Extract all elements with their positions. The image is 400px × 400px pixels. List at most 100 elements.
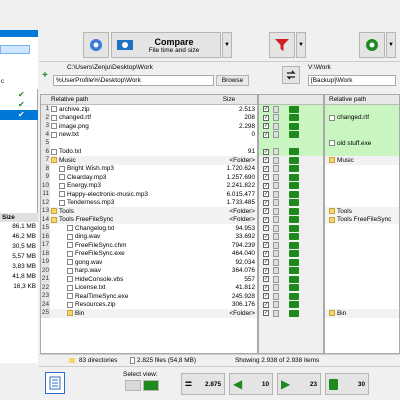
col-size[interactable]: Size [201, 96, 257, 103]
right-path-input[interactable]: [Backup]\Work [308, 75, 396, 86]
filter-right-button[interactable]: ▶ 23 [277, 373, 321, 395]
sync-direction-icon[interactable] [289, 275, 299, 283]
table-row[interactable] [325, 122, 399, 131]
sync-direction-icon[interactable] [289, 199, 299, 207]
include-checkbox[interactable]: ✓ [263, 250, 269, 257]
table-row[interactable]: Tools FreeFileSync [325, 215, 399, 224]
settings-right-button[interactable] [359, 32, 385, 58]
include-checkbox[interactable]: ✓ [263, 106, 269, 113]
table-row[interactable]: 2 changed.rtf 208 [41, 113, 257, 122]
table-row[interactable] [325, 292, 399, 301]
include-checkbox[interactable]: ✓ [263, 293, 269, 300]
table-row[interactable]: 15 Changelog.txt 94.953 [41, 224, 257, 233]
table-row[interactable]: old stuff.exe [325, 139, 399, 148]
sync-direction-icon[interactable] [289, 122, 299, 130]
check-icon[interactable]: ✔ [0, 110, 38, 120]
table-row[interactable] [325, 267, 399, 276]
include-checkbox[interactable]: ✓ [263, 259, 269, 266]
table-row[interactable]: 20 harp.wav 364.076 [41, 266, 257, 275]
include-checkbox[interactable]: ✓ [263, 199, 269, 206]
include-checkbox[interactable]: ✓ [263, 131, 269, 138]
include-checkbox[interactable]: ✓ [263, 276, 269, 283]
include-checkbox[interactable]: ✓ [263, 174, 269, 181]
table-row[interactable] [325, 190, 399, 199]
table-row[interactable]: Music [325, 156, 399, 165]
table-row[interactable] [325, 284, 399, 293]
table-row[interactable] [325, 275, 399, 284]
sync-direction-icon[interactable] [289, 292, 299, 300]
table-row[interactable] [325, 182, 399, 191]
table-row[interactable] [325, 224, 399, 233]
sync-direction-icon[interactable] [289, 267, 299, 275]
sync-direction-icon[interactable] [289, 190, 299, 198]
view-toggle-equal-icon[interactable] [125, 380, 141, 391]
sync-direction-icon[interactable] [289, 182, 299, 190]
sync-direction-icon[interactable] [289, 114, 299, 122]
sidebar-item-selected[interactable] [0, 45, 30, 54]
sync-direction-icon[interactable] [289, 233, 299, 241]
table-row[interactable]: 12 Tenderness.mp3 1.733.485 [41, 198, 257, 207]
include-checkbox[interactable]: ✓ [263, 191, 269, 198]
table-row[interactable]: 13 Tools <Folder> [41, 207, 257, 216]
include-checkbox[interactable]: ✓ [263, 165, 269, 172]
sync-direction-icon[interactable] [289, 250, 299, 258]
table-row[interactable]: 18 FreeFileSync.exe 464.040 [41, 249, 257, 258]
sync-direction-icon[interactable] [289, 284, 299, 292]
table-row[interactable] [325, 147, 399, 156]
compare-options-dropdown[interactable]: ▼ [222, 32, 232, 58]
settings-left-button[interactable] [83, 32, 109, 58]
sync-direction-icon[interactable] [289, 241, 299, 249]
table-row[interactable]: 16 ding.wav 33.692 [41, 232, 257, 241]
table-row[interactable]: Tools [325, 207, 399, 216]
include-checkbox[interactable]: ✓ [263, 216, 269, 223]
sync-direction-icon[interactable] [289, 148, 299, 156]
table-row[interactable] [325, 301, 399, 310]
sync-direction-icon[interactable] [289, 105, 299, 113]
add-folder-pair-icon[interactable]: + [42, 71, 52, 81]
sync-direction-icon[interactable] [289, 207, 299, 215]
sync-direction-icon[interactable] [289, 156, 299, 164]
table-row[interactable] [325, 173, 399, 182]
table-row[interactable]: 21 HideConsole.vbs 557 [41, 275, 257, 284]
filter-equal-button[interactable]: = 2.875 [181, 373, 225, 395]
browse-button[interactable]: Browse [216, 75, 249, 86]
sync-direction-icon[interactable] [289, 131, 299, 139]
include-checkbox[interactable]: ✓ [263, 225, 269, 232]
sync-direction-icon[interactable] [289, 258, 299, 266]
include-checkbox[interactable]: ✓ [263, 148, 269, 155]
table-row[interactable]: 19 gong.wav 92.034 [41, 258, 257, 267]
table-row[interactable]: 17 FreeFileSync.chm 794.239 [41, 241, 257, 250]
col-relative-path-right[interactable]: Relative path [329, 96, 399, 103]
sync-direction-icon[interactable] [289, 301, 299, 309]
table-row[interactable]: 11 Happy-electronic-music.mp3 6.015.477 [41, 190, 257, 199]
include-checkbox[interactable]: ✓ [263, 123, 269, 130]
table-row[interactable]: 1 archive.zip 2.513 [41, 105, 257, 114]
table-row[interactable]: 8 Bright Wish.mp3 1.720.624 [41, 164, 257, 173]
include-checkbox[interactable]: ✓ [263, 114, 269, 121]
sync-direction-icon[interactable] [289, 309, 299, 317]
table-row[interactable] [325, 130, 399, 139]
include-checkbox[interactable]: ✓ [263, 242, 269, 249]
table-row[interactable] [325, 199, 399, 208]
table-row[interactable] [325, 105, 399, 114]
left-path-input[interactable]: %UserProfile%\Desktop\Work [53, 75, 214, 86]
include-checkbox[interactable]: ✓ [263, 182, 269, 189]
col-relative-path[interactable]: Relative path [51, 96, 201, 103]
include-checkbox[interactable]: ✓ [263, 310, 269, 317]
table-row[interactable]: 22 License.txt 41.812 [41, 283, 257, 292]
compare-button[interactable]: Compare File time and size [111, 32, 221, 58]
view-toggle-sync-icon[interactable] [143, 380, 159, 391]
filter-delete-button[interactable]: 30 [325, 373, 369, 395]
table-row[interactable] [325, 241, 399, 250]
sync-direction-icon[interactable] [289, 165, 299, 173]
table-row[interactable]: 25 Bin <Folder> [41, 309, 257, 318]
table-row[interactable]: 4 new.txt 0 [41, 130, 257, 139]
include-checkbox[interactable]: ✓ [263, 301, 269, 308]
table-row[interactable] [325, 165, 399, 174]
table-row[interactable]: 23 RealTimeSync.exe 245.928 [41, 292, 257, 301]
table-row[interactable]: Bin [325, 309, 399, 318]
include-checkbox[interactable]: ✓ [263, 233, 269, 240]
table-row[interactable]: 9 Clearday.mp3 1.257.690 [41, 173, 257, 182]
filter-button[interactable] [269, 32, 295, 58]
table-row[interactable]: 5 [41, 139, 257, 148]
